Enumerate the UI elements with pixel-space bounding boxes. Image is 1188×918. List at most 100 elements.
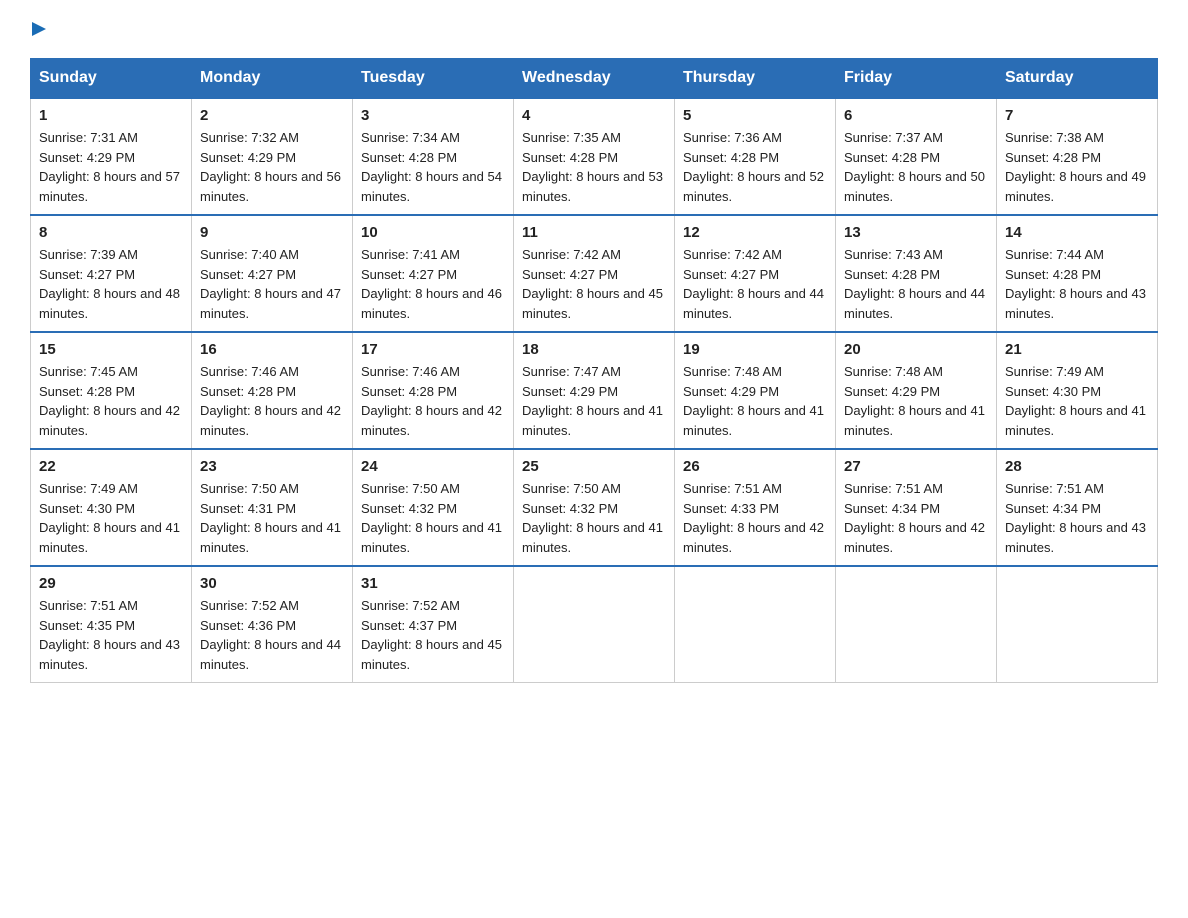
day-number: 29 xyxy=(39,575,183,592)
calendar-header-saturday: Saturday xyxy=(997,59,1158,99)
day-number: 16 xyxy=(200,341,344,358)
day-number: 20 xyxy=(844,341,988,358)
day-number: 8 xyxy=(39,224,183,241)
calendar-day-cell: 31 Sunrise: 7:52 AMSunset: 4:37 PMDaylig… xyxy=(353,566,514,683)
day-number: 19 xyxy=(683,341,827,358)
calendar-day-cell: 22 Sunrise: 7:49 AMSunset: 4:30 PMDaylig… xyxy=(31,449,192,566)
calendar-day-cell: 24 Sunrise: 7:50 AMSunset: 4:32 PMDaylig… xyxy=(353,449,514,566)
calendar-day-cell: 28 Sunrise: 7:51 AMSunset: 4:34 PMDaylig… xyxy=(997,449,1158,566)
calendar-week-row: 15 Sunrise: 7:45 AMSunset: 4:28 PMDaylig… xyxy=(31,332,1158,449)
day-number: 9 xyxy=(200,224,344,241)
day-number: 13 xyxy=(844,224,988,241)
day-info: Sunrise: 7:51 AMSunset: 4:33 PMDaylight:… xyxy=(683,479,827,557)
day-info: Sunrise: 7:45 AMSunset: 4:28 PMDaylight:… xyxy=(39,362,183,440)
calendar-table: SundayMondayTuesdayWednesdayThursdayFrid… xyxy=(30,58,1158,683)
day-number: 2 xyxy=(200,107,344,124)
day-info: Sunrise: 7:49 AMSunset: 4:30 PMDaylight:… xyxy=(39,479,183,557)
calendar-day-cell: 16 Sunrise: 7:46 AMSunset: 4:28 PMDaylig… xyxy=(192,332,353,449)
day-info: Sunrise: 7:34 AMSunset: 4:28 PMDaylight:… xyxy=(361,128,505,206)
calendar-day-cell: 20 Sunrise: 7:48 AMSunset: 4:29 PMDaylig… xyxy=(836,332,997,449)
calendar-day-cell: 1 Sunrise: 7:31 AMSunset: 4:29 PMDayligh… xyxy=(31,98,192,215)
calendar-header-row: SundayMondayTuesdayWednesdayThursdayFrid… xyxy=(31,59,1158,99)
day-info: Sunrise: 7:51 AMSunset: 4:34 PMDaylight:… xyxy=(844,479,988,557)
day-number: 11 xyxy=(522,224,666,241)
calendar-day-cell: 17 Sunrise: 7:46 AMSunset: 4:28 PMDaylig… xyxy=(353,332,514,449)
day-info: Sunrise: 7:31 AMSunset: 4:29 PMDaylight:… xyxy=(39,128,183,206)
day-info: Sunrise: 7:41 AMSunset: 4:27 PMDaylight:… xyxy=(361,245,505,323)
calendar-day-cell: 29 Sunrise: 7:51 AMSunset: 4:35 PMDaylig… xyxy=(31,566,192,683)
calendar-day-cell: 8 Sunrise: 7:39 AMSunset: 4:27 PMDayligh… xyxy=(31,215,192,332)
calendar-header-thursday: Thursday xyxy=(675,59,836,99)
calendar-day-cell: 19 Sunrise: 7:48 AMSunset: 4:29 PMDaylig… xyxy=(675,332,836,449)
calendar-day-cell: 15 Sunrise: 7:45 AMSunset: 4:28 PMDaylig… xyxy=(31,332,192,449)
day-number: 12 xyxy=(683,224,827,241)
calendar-day-cell: 3 Sunrise: 7:34 AMSunset: 4:28 PMDayligh… xyxy=(353,98,514,215)
calendar-header-friday: Friday xyxy=(836,59,997,99)
logo-arrow-icon xyxy=(32,20,50,38)
calendar-day-cell: 5 Sunrise: 7:36 AMSunset: 4:28 PMDayligh… xyxy=(675,98,836,215)
day-number: 14 xyxy=(1005,224,1149,241)
calendar-day-cell: 11 Sunrise: 7:42 AMSunset: 4:27 PMDaylig… xyxy=(514,215,675,332)
day-info: Sunrise: 7:39 AMSunset: 4:27 PMDaylight:… xyxy=(39,245,183,323)
day-number: 23 xyxy=(200,458,344,475)
day-info: Sunrise: 7:50 AMSunset: 4:32 PMDaylight:… xyxy=(361,479,505,557)
calendar-day-cell: 4 Sunrise: 7:35 AMSunset: 4:28 PMDayligh… xyxy=(514,98,675,215)
day-info: Sunrise: 7:36 AMSunset: 4:28 PMDaylight:… xyxy=(683,128,827,206)
day-info: Sunrise: 7:40 AMSunset: 4:27 PMDaylight:… xyxy=(200,245,344,323)
day-number: 1 xyxy=(39,107,183,124)
day-info: Sunrise: 7:46 AMSunset: 4:28 PMDaylight:… xyxy=(361,362,505,440)
day-info: Sunrise: 7:50 AMSunset: 4:32 PMDaylight:… xyxy=(522,479,666,557)
day-number: 15 xyxy=(39,341,183,358)
calendar-day-cell: 27 Sunrise: 7:51 AMSunset: 4:34 PMDaylig… xyxy=(836,449,997,566)
calendar-day-cell: 26 Sunrise: 7:51 AMSunset: 4:33 PMDaylig… xyxy=(675,449,836,566)
day-info: Sunrise: 7:51 AMSunset: 4:34 PMDaylight:… xyxy=(1005,479,1149,557)
calendar-week-row: 8 Sunrise: 7:39 AMSunset: 4:27 PMDayligh… xyxy=(31,215,1158,332)
calendar-day-cell xyxy=(997,566,1158,683)
day-number: 30 xyxy=(200,575,344,592)
day-number: 26 xyxy=(683,458,827,475)
calendar-day-cell: 21 Sunrise: 7:49 AMSunset: 4:30 PMDaylig… xyxy=(997,332,1158,449)
day-info: Sunrise: 7:32 AMSunset: 4:29 PMDaylight:… xyxy=(200,128,344,206)
calendar-week-row: 22 Sunrise: 7:49 AMSunset: 4:30 PMDaylig… xyxy=(31,449,1158,566)
calendar-day-cell: 23 Sunrise: 7:50 AMSunset: 4:31 PMDaylig… xyxy=(192,449,353,566)
calendar-day-cell: 9 Sunrise: 7:40 AMSunset: 4:27 PMDayligh… xyxy=(192,215,353,332)
day-number: 5 xyxy=(683,107,827,124)
calendar-day-cell: 6 Sunrise: 7:37 AMSunset: 4:28 PMDayligh… xyxy=(836,98,997,215)
day-info: Sunrise: 7:48 AMSunset: 4:29 PMDaylight:… xyxy=(844,362,988,440)
day-info: Sunrise: 7:44 AMSunset: 4:28 PMDaylight:… xyxy=(1005,245,1149,323)
calendar-header-wednesday: Wednesday xyxy=(514,59,675,99)
day-number: 24 xyxy=(361,458,505,475)
calendar-header-monday: Monday xyxy=(192,59,353,99)
calendar-week-row: 1 Sunrise: 7:31 AMSunset: 4:29 PMDayligh… xyxy=(31,98,1158,215)
day-info: Sunrise: 7:52 AMSunset: 4:37 PMDaylight:… xyxy=(361,596,505,674)
calendar-day-cell: 10 Sunrise: 7:41 AMSunset: 4:27 PMDaylig… xyxy=(353,215,514,332)
calendar-day-cell xyxy=(514,566,675,683)
day-number: 18 xyxy=(522,341,666,358)
calendar-day-cell: 30 Sunrise: 7:52 AMSunset: 4:36 PMDaylig… xyxy=(192,566,353,683)
calendar-day-cell: 7 Sunrise: 7:38 AMSunset: 4:28 PMDayligh… xyxy=(997,98,1158,215)
calendar-day-cell: 14 Sunrise: 7:44 AMSunset: 4:28 PMDaylig… xyxy=(997,215,1158,332)
calendar-day-cell: 13 Sunrise: 7:43 AMSunset: 4:28 PMDaylig… xyxy=(836,215,997,332)
day-info: Sunrise: 7:35 AMSunset: 4:28 PMDaylight:… xyxy=(522,128,666,206)
day-number: 31 xyxy=(361,575,505,592)
day-info: Sunrise: 7:43 AMSunset: 4:28 PMDaylight:… xyxy=(844,245,988,323)
logo xyxy=(30,20,50,38)
calendar-day-cell xyxy=(836,566,997,683)
day-info: Sunrise: 7:47 AMSunset: 4:29 PMDaylight:… xyxy=(522,362,666,440)
calendar-day-cell: 18 Sunrise: 7:47 AMSunset: 4:29 PMDaylig… xyxy=(514,332,675,449)
calendar-header-sunday: Sunday xyxy=(31,59,192,99)
calendar-day-cell: 25 Sunrise: 7:50 AMSunset: 4:32 PMDaylig… xyxy=(514,449,675,566)
day-info: Sunrise: 7:48 AMSunset: 4:29 PMDaylight:… xyxy=(683,362,827,440)
calendar-header-tuesday: Tuesday xyxy=(353,59,514,99)
day-info: Sunrise: 7:51 AMSunset: 4:35 PMDaylight:… xyxy=(39,596,183,674)
page-header xyxy=(30,20,1158,38)
day-info: Sunrise: 7:38 AMSunset: 4:28 PMDaylight:… xyxy=(1005,128,1149,206)
day-info: Sunrise: 7:42 AMSunset: 4:27 PMDaylight:… xyxy=(683,245,827,323)
day-number: 6 xyxy=(844,107,988,124)
day-info: Sunrise: 7:50 AMSunset: 4:31 PMDaylight:… xyxy=(200,479,344,557)
day-info: Sunrise: 7:46 AMSunset: 4:28 PMDaylight:… xyxy=(200,362,344,440)
day-number: 21 xyxy=(1005,341,1149,358)
day-info: Sunrise: 7:52 AMSunset: 4:36 PMDaylight:… xyxy=(200,596,344,674)
calendar-day-cell: 12 Sunrise: 7:42 AMSunset: 4:27 PMDaylig… xyxy=(675,215,836,332)
day-number: 10 xyxy=(361,224,505,241)
